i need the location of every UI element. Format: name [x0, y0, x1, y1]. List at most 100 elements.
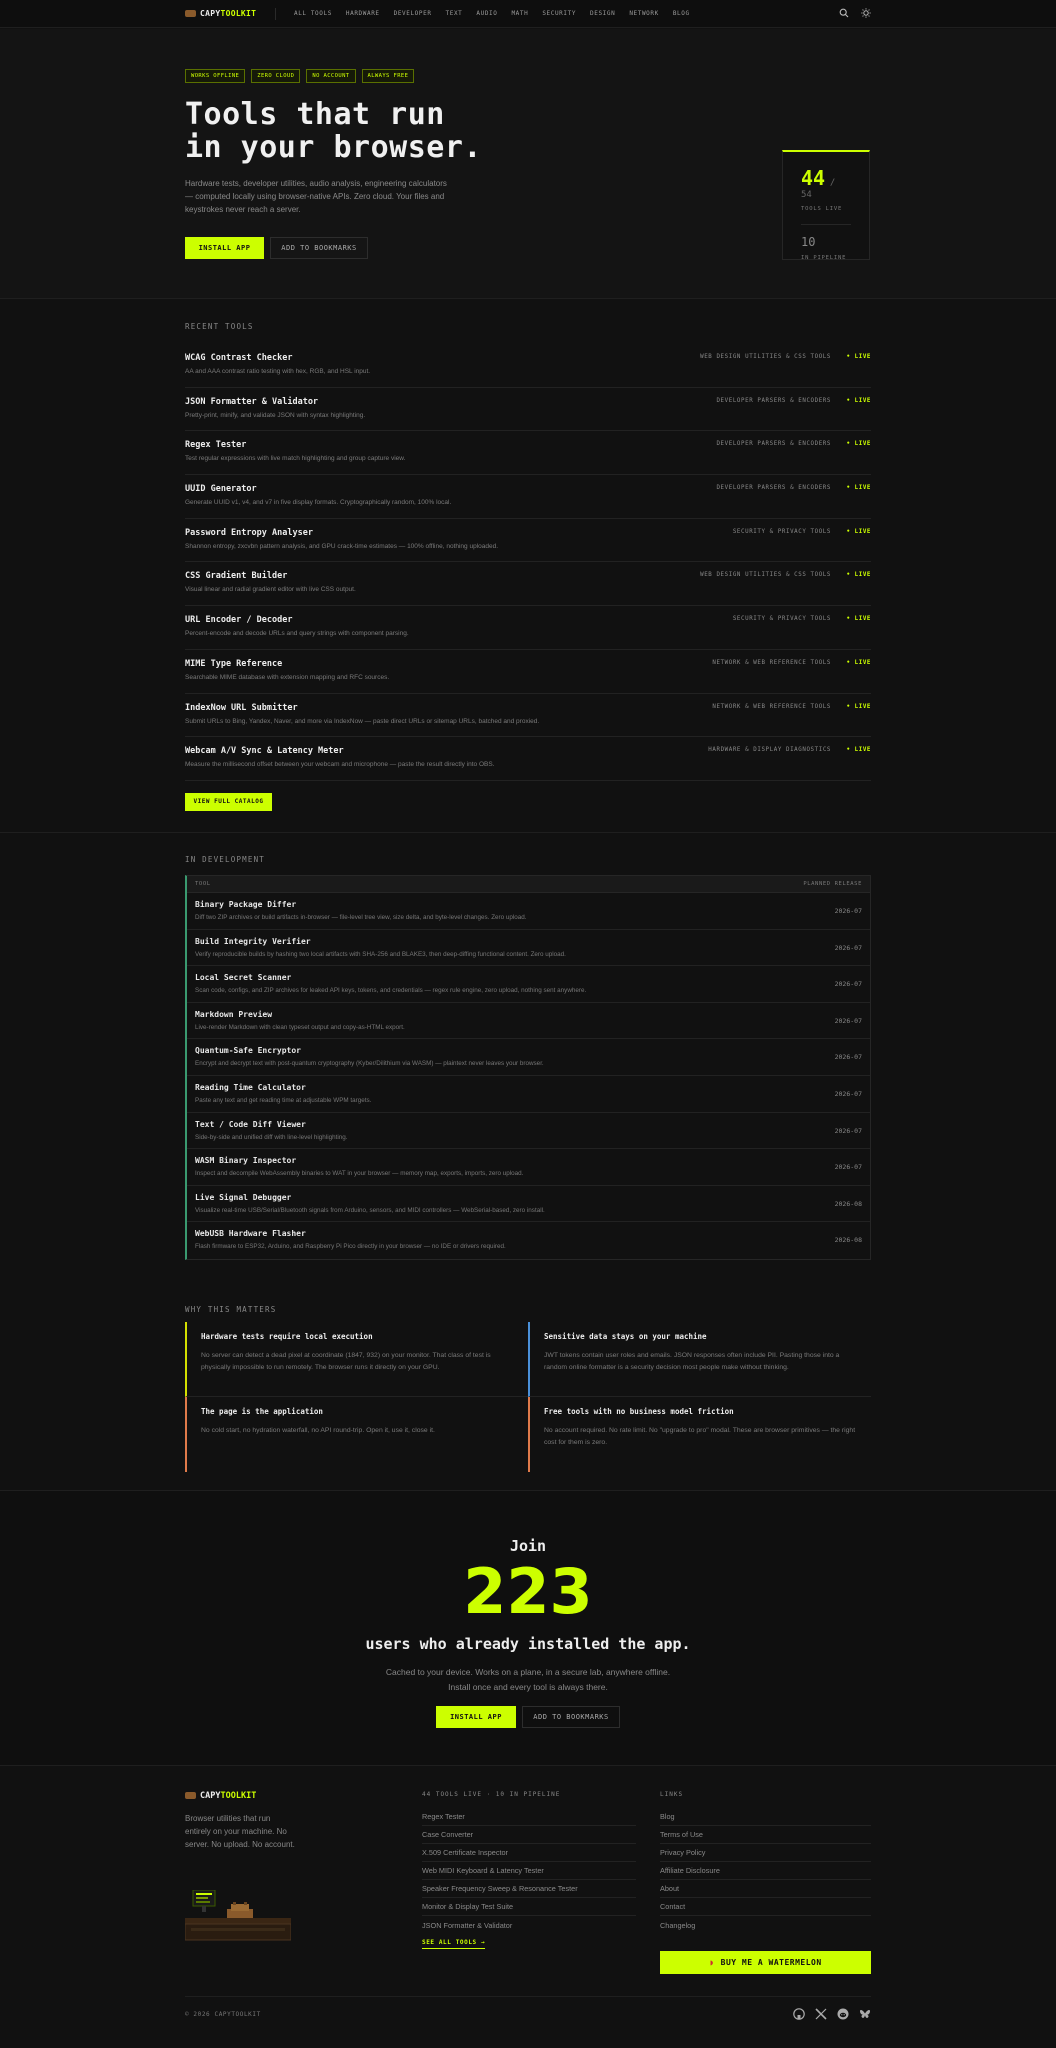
nav-link[interactable]: NETWORK — [629, 10, 659, 17]
dev-tool-name: Local Secret Scanner — [195, 973, 292, 983]
nav-logo[interactable]: CAPYTOOLKIT — [185, 9, 256, 18]
nav-link[interactable]: AUDIO — [476, 10, 497, 17]
dev-tool-name: Build Integrity Verifier — [195, 936, 311, 946]
dev-tool-name: WASM Binary Inspector — [195, 1156, 297, 1166]
see-all-tools-link[interactable]: SEE ALL TOOLS → — [422, 1939, 486, 1949]
footer-tagline: Browser utilities that run entirely on y… — [185, 1814, 295, 1849]
join-actions: INSTALL APP ADD TO BOOKMARKS — [0, 1706, 1056, 1728]
nav-icons — [839, 8, 871, 18]
install-app-button[interactable]: INSTALL APP — [436, 1706, 516, 1728]
footer-link[interactable]: Blog — [660, 1808, 871, 1826]
add-to-bookmarks-button[interactable]: ADD TO BOOKMARKS — [522, 1706, 620, 1728]
tool-row[interactable]: MIME Type Reference Searchable MIME datab… — [185, 650, 871, 694]
status-badge: • LIVE — [846, 485, 871, 492]
tool-row[interactable]: URL Encoder / Decoder Percent-encode and … — [185, 606, 871, 650]
dev-tool-name: Quantum-Safe Encryptor — [195, 1046, 301, 1056]
tool-desc: Pretty-print, minify, and validate JSON … — [185, 411, 366, 419]
installed-count: 223 — [463, 1555, 593, 1628]
github-icon[interactable] — [793, 2008, 805, 2020]
tool-row[interactable]: IndexNow URL Submitter Submit URLs to Bin… — [185, 694, 871, 738]
tool-category: DEVELOPER PARSERS & ENCODERS — [716, 485, 831, 492]
copyright: © 2026 CAPYTOOLKIT — [185, 2011, 261, 2018]
footer-tool-link[interactable]: Speaker Frequency Sweep & Resonance Test… — [422, 1880, 636, 1898]
tool-name: Regex Tester — [185, 440, 247, 451]
dev-table-header: TOOL PLANNED RELEASE — [187, 876, 870, 893]
dev-tool-desc: Visualize real-time USB/Serial/Bluetooth… — [195, 1206, 545, 1214]
dev-tool-desc: Flash firmware to ESP32, Arduino, and Ra… — [195, 1243, 506, 1251]
search-icon[interactable] — [839, 8, 849, 18]
hero-section — [0, 29, 1056, 299]
footer-tool-link[interactable]: JSON Formatter & Validator — [422, 1916, 636, 1934]
nav-link[interactable]: BLOG — [673, 10, 690, 17]
bluesky-icon[interactable] — [859, 2008, 871, 2020]
theme-toggle-icon[interactable] — [861, 8, 871, 18]
nav-link[interactable]: DEVELOPER — [394, 10, 432, 17]
tool-desc: Searchable MIME database with extension … — [185, 673, 390, 681]
tool-row[interactable]: Webcam A/V Sync & Latency Meter Measure t… — [185, 737, 871, 781]
footer-tool-link[interactable]: Regex Tester — [422, 1808, 636, 1826]
tool-name: Password Entropy Analyser — [185, 527, 313, 538]
tool-row[interactable]: Regex Tester Test regular expressions wit… — [185, 431, 871, 476]
section-divider — [0, 832, 1056, 833]
dev-tool-name: Markdown Preview — [195, 1009, 273, 1019]
footer-tool-link[interactable]: Case Converter — [422, 1826, 636, 1844]
tool-row[interactable]: UUID Generator Generate UUID v1, v4, and … — [185, 475, 871, 519]
footer-link[interactable]: Privacy Policy — [660, 1844, 871, 1862]
hero-badges: WORKS OFFLINE ZERO CLOUD NO ACCOUNT ALWA… — [185, 69, 415, 83]
footer-link[interactable]: Changelog — [660, 1916, 871, 1934]
buy-me-a-watermelon-button[interactable]: ◗ BUY ME A WATERMELON — [660, 1951, 871, 1974]
footer-link[interactable]: Terms of Use — [660, 1826, 871, 1844]
nav-link[interactable]: DESIGN — [590, 10, 615, 17]
release-date: 2026-08 — [834, 1199, 862, 1208]
nav-link[interactable]: SECURITY — [542, 10, 576, 17]
footer-tool-link[interactable]: Monitor & Display Test Suite — [422, 1898, 636, 1916]
tool-row[interactable]: Password Entropy Analyser Shannon entropy… — [185, 519, 871, 563]
add-to-bookmarks-button[interactable]: ADD TO BOOKMARKS — [270, 237, 368, 259]
tool-desc: Percent-encode and decode URLs and query… — [185, 630, 409, 638]
dev-row: Reading Time Calculator Paste any text an… — [187, 1076, 870, 1113]
footer-tool-link[interactable]: Web MIDI Keyboard & Latency Tester — [422, 1862, 636, 1880]
release-date: 2026-08 — [834, 1236, 862, 1245]
tool-name: CSS Gradient Builder — [185, 571, 288, 582]
dev-row: Markdown Preview Live-render Markdown wit… — [187, 1003, 870, 1040]
status-badge: • LIVE — [846, 659, 871, 666]
nav-link[interactable]: TEXT — [446, 10, 463, 17]
tools-stat-card: 44 / 54 TOOLS LIVE 10 IN PIPELINE — [782, 150, 870, 261]
footer-link[interactable]: Contact — [660, 1898, 871, 1916]
nav-link[interactable]: ALL TOOLS — [294, 10, 332, 17]
in-development-title: IN DEVELOPMENT — [185, 855, 266, 864]
status-badge: • LIVE — [846, 703, 871, 710]
footer-logo[interactable]: CAPYTOOLKIT — [185, 1791, 256, 1801]
install-app-button[interactable]: INSTALL APP — [185, 237, 264, 259]
tools-live-label: TOOLS LIVE — [801, 206, 843, 212]
footer-link[interactable]: About — [660, 1880, 871, 1898]
nav-link[interactable]: HARDWARE — [346, 10, 380, 17]
dev-tool-name: WebUSB Hardware Flasher — [195, 1229, 306, 1239]
release-date: 2026-07 — [834, 943, 862, 952]
footer-tool-link[interactable]: X.509 Certificate Inspector — [422, 1844, 636, 1862]
tool-row[interactable]: CSS Gradient Builder Visual linear and ra… — [185, 562, 871, 607]
dev-tool-name: Live Signal Debugger — [195, 1192, 292, 1202]
why-card-desc: No account required. No rate limit. No "… — [544, 1427, 856, 1446]
tool-desc: Visual linear and radial gradient editor… — [185, 586, 356, 594]
capybara-pixel-art — [185, 1890, 291, 1941]
tool-category: NETWORK & WEB REFERENCE TOOLS — [712, 703, 831, 710]
tool-desc: Shannon entropy, zxcvbn pattern analysis… — [185, 542, 499, 550]
reddit-icon[interactable] — [837, 2008, 849, 2020]
dev-tool-desc: Diff two ZIP archives or build artifacts… — [195, 914, 527, 921]
capybara-logo-icon — [185, 10, 196, 17]
why-card-title: The page is the application — [201, 1407, 323, 1416]
why-card: Free tools with no business model fricti… — [528, 1397, 871, 1472]
footer-link[interactable]: Affiliate Disclosure — [660, 1862, 871, 1880]
tool-row[interactable]: WCAG Contrast Checker AA and AAA contrast… — [185, 344, 871, 388]
tools-live-count: 44 — [801, 166, 826, 190]
footer-links-heading: LINKS — [660, 1791, 684, 1798]
why-card-title: Sensitive data stays on your machine — [544, 1332, 707, 1341]
view-full-catalog-button[interactable]: VIEW FULL CATALOG — [185, 792, 272, 811]
why-card: The page is the application No cold star… — [185, 1397, 528, 1472]
dev-row: Text / Code Diff Viewer Side-by-side and … — [187, 1113, 870, 1150]
tool-row[interactable]: JSON Formatter & Validator Pretty-print, … — [185, 388, 871, 432]
x-twitter-icon[interactable] — [815, 2008, 827, 2020]
nav-link[interactable]: MATH — [511, 10, 528, 17]
recent-tools-section: RECENT TOOLS WCAG Contrast Checker AA and… — [185, 322, 871, 811]
